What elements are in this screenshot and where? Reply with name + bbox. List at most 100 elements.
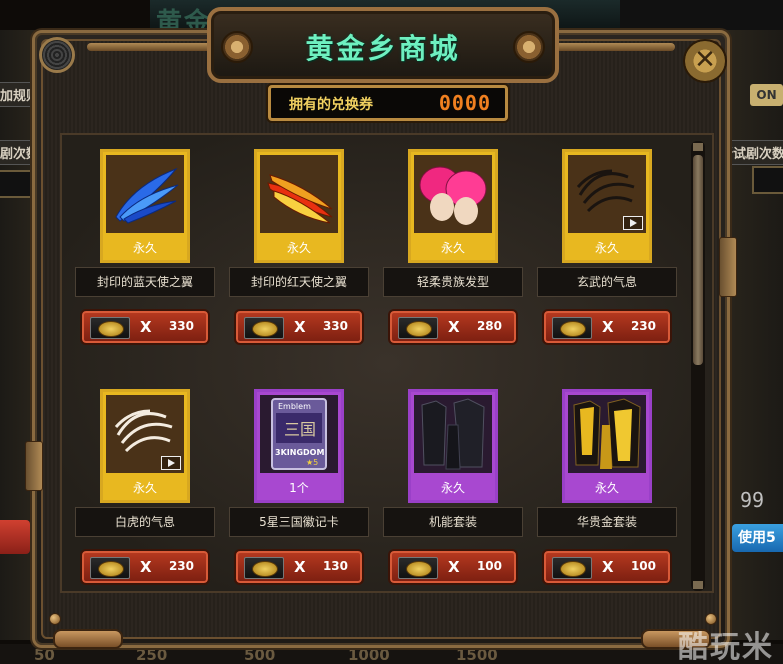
buy-button[interactable]: X 280 bbox=[388, 309, 518, 345]
item-name: 华贵金套装 bbox=[537, 507, 677, 537]
voucher-balance-bar: 拥有的兑换券 0000 bbox=[268, 85, 508, 121]
voucher-count: 0000 bbox=[438, 91, 491, 115]
item-duration: 永久 bbox=[594, 481, 619, 495]
close-icon: ✕ bbox=[694, 45, 716, 75]
shop-item[interactable]: 永久 机能套装 X 100 bbox=[383, 389, 523, 587]
item-price: 100 bbox=[630, 559, 656, 573]
item-price: 100 bbox=[476, 559, 502, 573]
white-aura-icon bbox=[106, 395, 184, 473]
bottom-left-tab-decoration bbox=[53, 629, 123, 649]
shop-item[interactable]: 永久 玄武的气息 X 230 bbox=[537, 149, 677, 347]
right-latch-decoration bbox=[719, 237, 737, 297]
buy-button[interactable]: X 100 bbox=[388, 549, 518, 585]
shop-title: 黄金乡商城 bbox=[305, 32, 461, 65]
preview-play-icon[interactable] bbox=[623, 216, 643, 230]
item-icon-frame[interactable]: 永久 bbox=[254, 149, 344, 263]
voucher-ticket-icon bbox=[90, 317, 130, 339]
item-icon-frame[interactable]: Emblem 三国 3KINGDOM ★5 1个 bbox=[254, 389, 344, 503]
price-multiplier: X bbox=[140, 558, 152, 576]
buy-button[interactable]: X 330 bbox=[80, 309, 210, 345]
blue-wing-icon bbox=[106, 155, 184, 233]
voucher-ticket-icon bbox=[244, 557, 284, 579]
price-multiplier: X bbox=[602, 558, 614, 576]
buy-button[interactable]: X 130 bbox=[234, 549, 364, 585]
close-button[interactable]: ✕ bbox=[683, 39, 727, 83]
card-bottom-text: 3KINGDOM bbox=[275, 448, 324, 457]
price-multiplier: X bbox=[448, 318, 460, 336]
corner-speaker-grill-icon bbox=[39, 37, 75, 73]
background-right-counter bbox=[752, 166, 783, 194]
background-use-button[interactable]: 使用5 bbox=[732, 524, 783, 552]
scroll-up-arrow[interactable] bbox=[693, 143, 703, 151]
item-icon-frame[interactable]: 永久 bbox=[100, 149, 190, 263]
buy-button[interactable]: X 330 bbox=[234, 309, 364, 345]
shop-item[interactable]: 永久 封印的蓝天使之翼 X 330 bbox=[75, 149, 215, 347]
pink-hair-icon bbox=[414, 155, 492, 233]
shop-item[interactable]: 永久 白虎的气息 X 230 bbox=[75, 389, 215, 587]
card-mid-text: 三国 bbox=[284, 420, 316, 439]
price-multiplier: X bbox=[294, 318, 306, 336]
item-duration: 1个 bbox=[289, 481, 309, 495]
background-on-toggle[interactable]: ON bbox=[750, 84, 783, 106]
item-duration: 永久 bbox=[440, 481, 465, 495]
item-price: 330 bbox=[168, 319, 194, 333]
price-multiplier: X bbox=[602, 318, 614, 336]
shop-item[interactable]: 永久 封印的红天使之翼 X 330 bbox=[229, 149, 369, 347]
item-price: 130 bbox=[322, 559, 348, 573]
axis-tick: 1000 bbox=[348, 646, 390, 664]
axis-tick: 50 bbox=[34, 646, 55, 664]
price-multiplier: X bbox=[448, 558, 460, 576]
item-icon-frame[interactable]: 永久 bbox=[562, 389, 652, 503]
shop-item[interactable]: 永久 轻柔贵族发型 X 280 bbox=[383, 149, 523, 347]
item-price: 230 bbox=[168, 559, 194, 573]
scrollbar[interactable] bbox=[691, 141, 705, 591]
shop-dialog: 黄金乡商城 ✕ 拥有的兑换券 0000 永久 封印的蓝天使之翼 X 330 永久… bbox=[25, 7, 737, 649]
voucher-ticket-icon bbox=[244, 317, 284, 339]
background-right-number: 99 bbox=[740, 488, 765, 512]
buy-button[interactable]: X 230 bbox=[542, 309, 672, 345]
item-duration: 永久 bbox=[594, 241, 619, 255]
shop-item[interactable]: Emblem 三国 3KINGDOM ★5 1个 5星三国徽记卡 X 130 bbox=[229, 389, 369, 587]
item-duration: 永久 bbox=[286, 241, 311, 255]
voucher-ticket-icon bbox=[398, 557, 438, 579]
voucher-ticket-icon bbox=[398, 317, 438, 339]
item-name: 5星三国徽记卡 bbox=[229, 507, 369, 537]
item-icon-frame[interactable]: 永久 bbox=[562, 149, 652, 263]
item-name: 轻柔贵族发型 bbox=[383, 267, 523, 297]
left-latch-decoration bbox=[25, 441, 43, 491]
item-name: 白虎的气息 bbox=[75, 507, 215, 537]
red-wing-icon bbox=[260, 155, 338, 233]
axis-tick: 500 bbox=[244, 646, 276, 664]
emblem-card-icon: Emblem 三国 3KINGDOM ★5 bbox=[260, 395, 338, 473]
voucher-label: 拥有的兑换券 bbox=[289, 97, 373, 113]
voucher-ticket-icon bbox=[552, 317, 592, 339]
shop-item[interactable]: 永久 华贵金套装 X 100 bbox=[537, 389, 677, 587]
card-top-text: Emblem bbox=[278, 402, 311, 411]
background-left-counter bbox=[0, 170, 34, 198]
item-icon-frame[interactable]: 永久 bbox=[408, 149, 498, 263]
black-suit-icon bbox=[414, 395, 492, 473]
item-duration: 永久 bbox=[132, 481, 157, 495]
item-name: 封印的红天使之翼 bbox=[229, 267, 369, 297]
rivet-icon bbox=[49, 613, 61, 625]
axis-tick: 1500 bbox=[456, 646, 498, 664]
scrollbar-thumb[interactable] bbox=[693, 155, 703, 365]
price-multiplier: X bbox=[294, 558, 306, 576]
background-left-red-button[interactable] bbox=[0, 520, 30, 554]
buy-button[interactable]: X 100 bbox=[542, 549, 672, 585]
buy-button[interactable]: X 230 bbox=[80, 549, 210, 585]
item-name: 封印的蓝天使之翼 bbox=[75, 267, 215, 297]
price-multiplier: X bbox=[140, 318, 152, 336]
voucher-ticket-icon bbox=[90, 557, 130, 579]
preview-play-icon[interactable] bbox=[161, 456, 181, 470]
item-price: 330 bbox=[322, 319, 348, 333]
item-duration: 永久 bbox=[132, 241, 157, 255]
card-stars-text: ★5 bbox=[306, 458, 318, 467]
scroll-down-arrow[interactable] bbox=[693, 581, 703, 589]
item-name: 玄武的气息 bbox=[537, 267, 677, 297]
title-plate: 黄金乡商城 bbox=[207, 7, 559, 83]
item-duration: 永久 bbox=[440, 241, 465, 255]
item-icon-frame[interactable]: 永久 bbox=[100, 389, 190, 503]
watermark-text: 酷玩米 bbox=[678, 630, 774, 664]
item-icon-frame[interactable]: 永久 bbox=[408, 389, 498, 503]
